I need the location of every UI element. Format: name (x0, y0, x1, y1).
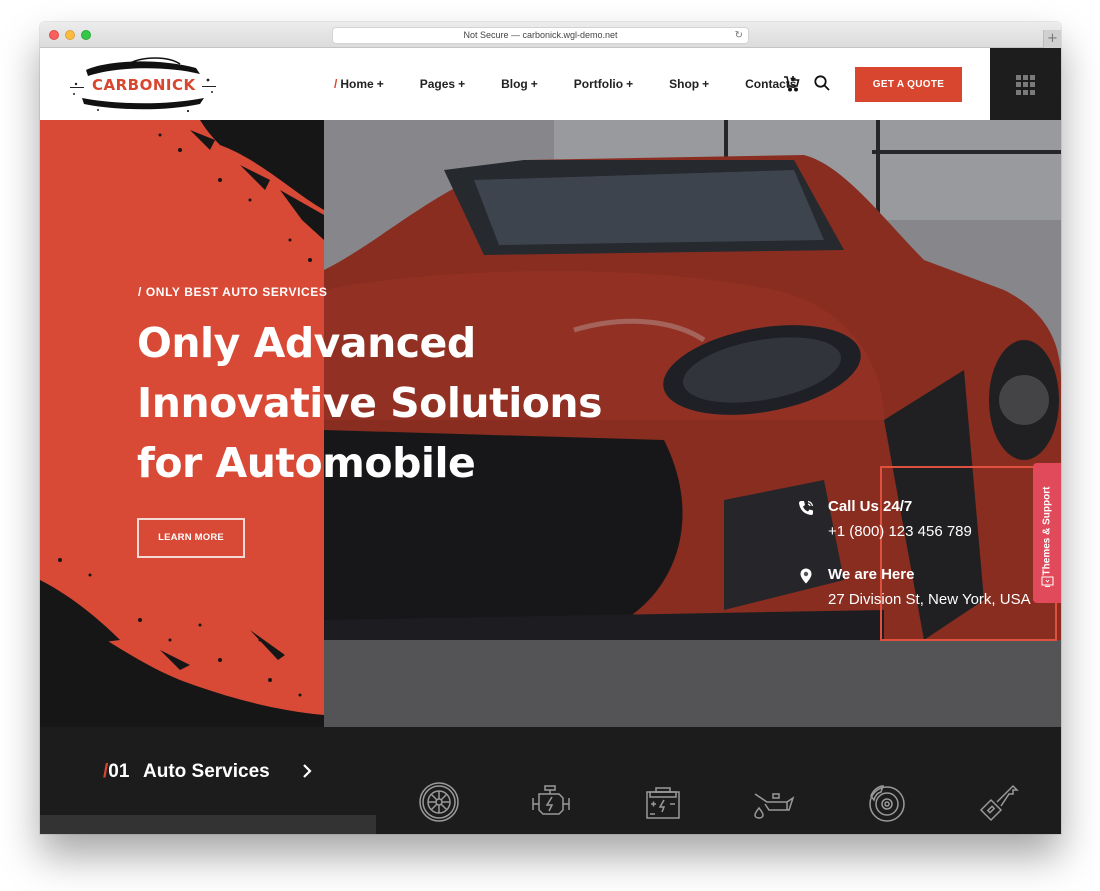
service-keys[interactable] (977, 780, 1021, 824)
nav-label: Blog (501, 77, 528, 91)
browser-toolbar: Not Secure — carbonick.wgl-demo.net ↻ + (40, 22, 1061, 48)
nav-item-pages[interactable]: Pages + (420, 77, 465, 91)
headline-line: Only Advanced (137, 319, 476, 367)
plus-icon: + (376, 77, 384, 91)
nav-label: Pages (419, 77, 456, 91)
get-a-quote-button[interactable]: GET A QUOTE (855, 67, 962, 102)
phone-icon (799, 500, 814, 515)
address-bar[interactable]: Not Secure — carbonick.wgl-demo.net ↻ (332, 27, 749, 44)
plus-icon: + (530, 77, 538, 91)
support-label: Themes & Support (1041, 486, 1053, 576)
hero-headline: Only Advanced Innovative Solutions for A… (137, 313, 603, 493)
plus-icon: + (458, 77, 466, 91)
side-menu-button[interactable] (990, 48, 1061, 120)
brake-disc-icon (869, 785, 905, 822)
location-pin-icon (800, 568, 812, 584)
contact-title: Call Us 24/7 (828, 498, 913, 515)
hero-subtitle: / ONLY BEST AUTO SERVICES (138, 285, 328, 299)
headline-line: for Automobile (137, 439, 476, 487)
monitor-icon (1041, 576, 1054, 587)
oil-can-icon (754, 793, 795, 819)
grid-menu-icon (1016, 75, 1036, 95)
headline-line: Innovative Solutions (137, 379, 603, 427)
reload-icon[interactable]: ↻ (735, 28, 743, 43)
wheel-icon (419, 782, 459, 822)
main-nav: / Home + Pages + Blog + Portfolio + Shop + Con… (334, 48, 796, 120)
service-title[interactable]: Auto Services (143, 761, 270, 783)
new-tab-button[interactable]: + (1043, 30, 1061, 48)
nav-label: Home (340, 77, 374, 91)
minimize-window-button[interactable] (65, 30, 75, 40)
contact-title: We are Here (828, 566, 915, 583)
site-header: CARBONICK / Home + Pages + Blog + Portfolio +… (40, 48, 1061, 120)
number-value: 01 (108, 761, 130, 782)
search-icon[interactable] (813, 74, 831, 92)
nav-item-shop[interactable]: Shop + (669, 77, 709, 91)
maximize-window-button[interactable] (81, 30, 91, 40)
battery-icon (646, 787, 680, 819)
nav-label: Portfolio (573, 77, 624, 91)
cart-icon[interactable] (783, 74, 801, 92)
plus-icon: + (702, 77, 710, 91)
active-slash: / (334, 77, 338, 91)
phone-number[interactable]: +1 (800) 123 456 789 (828, 523, 972, 540)
service-wheel[interactable] (417, 780, 461, 824)
plus-icon: + (626, 77, 634, 91)
learn-more-button[interactable]: LEARN MORE (137, 518, 245, 558)
nav-item-portfolio[interactable]: Portfolio + (574, 77, 633, 91)
logo-text: CARBONICK (92, 76, 196, 94)
browser-window: Not Secure — carbonick.wgl-demo.net ↻ + … (40, 22, 1061, 834)
plus-icon: + (1047, 31, 1058, 46)
nav-item-blog[interactable]: Blog + (501, 77, 538, 91)
services-bar: /01 Auto Services (40, 727, 1061, 834)
engine-icon (532, 785, 570, 815)
address: 27 Division St, New York, USA (828, 591, 1031, 608)
active-tab-indicator (40, 815, 376, 834)
contact-frame (880, 466, 1057, 641)
nav-label: Shop (669, 77, 700, 91)
service-engine[interactable] (529, 780, 573, 824)
nav-item-home[interactable]: / Home + (334, 77, 384, 91)
service-oil[interactable] (753, 780, 797, 824)
url-text: Not Secure — carbonick.wgl-demo.net (463, 30, 618, 40)
service-number: /01 (103, 761, 129, 783)
hero-section: / ONLY BEST AUTO SERVICES Only Advanced … (40, 120, 1061, 727)
service-brakes[interactable] (865, 780, 909, 824)
car-key-icon (979, 784, 1019, 822)
chevron-right-icon[interactable] (301, 763, 313, 779)
close-window-button[interactable] (49, 30, 59, 40)
logo[interactable]: CARBONICK (68, 54, 218, 114)
service-battery[interactable] (641, 780, 685, 824)
themes-support-tab[interactable]: Themes & Support (1033, 463, 1061, 603)
